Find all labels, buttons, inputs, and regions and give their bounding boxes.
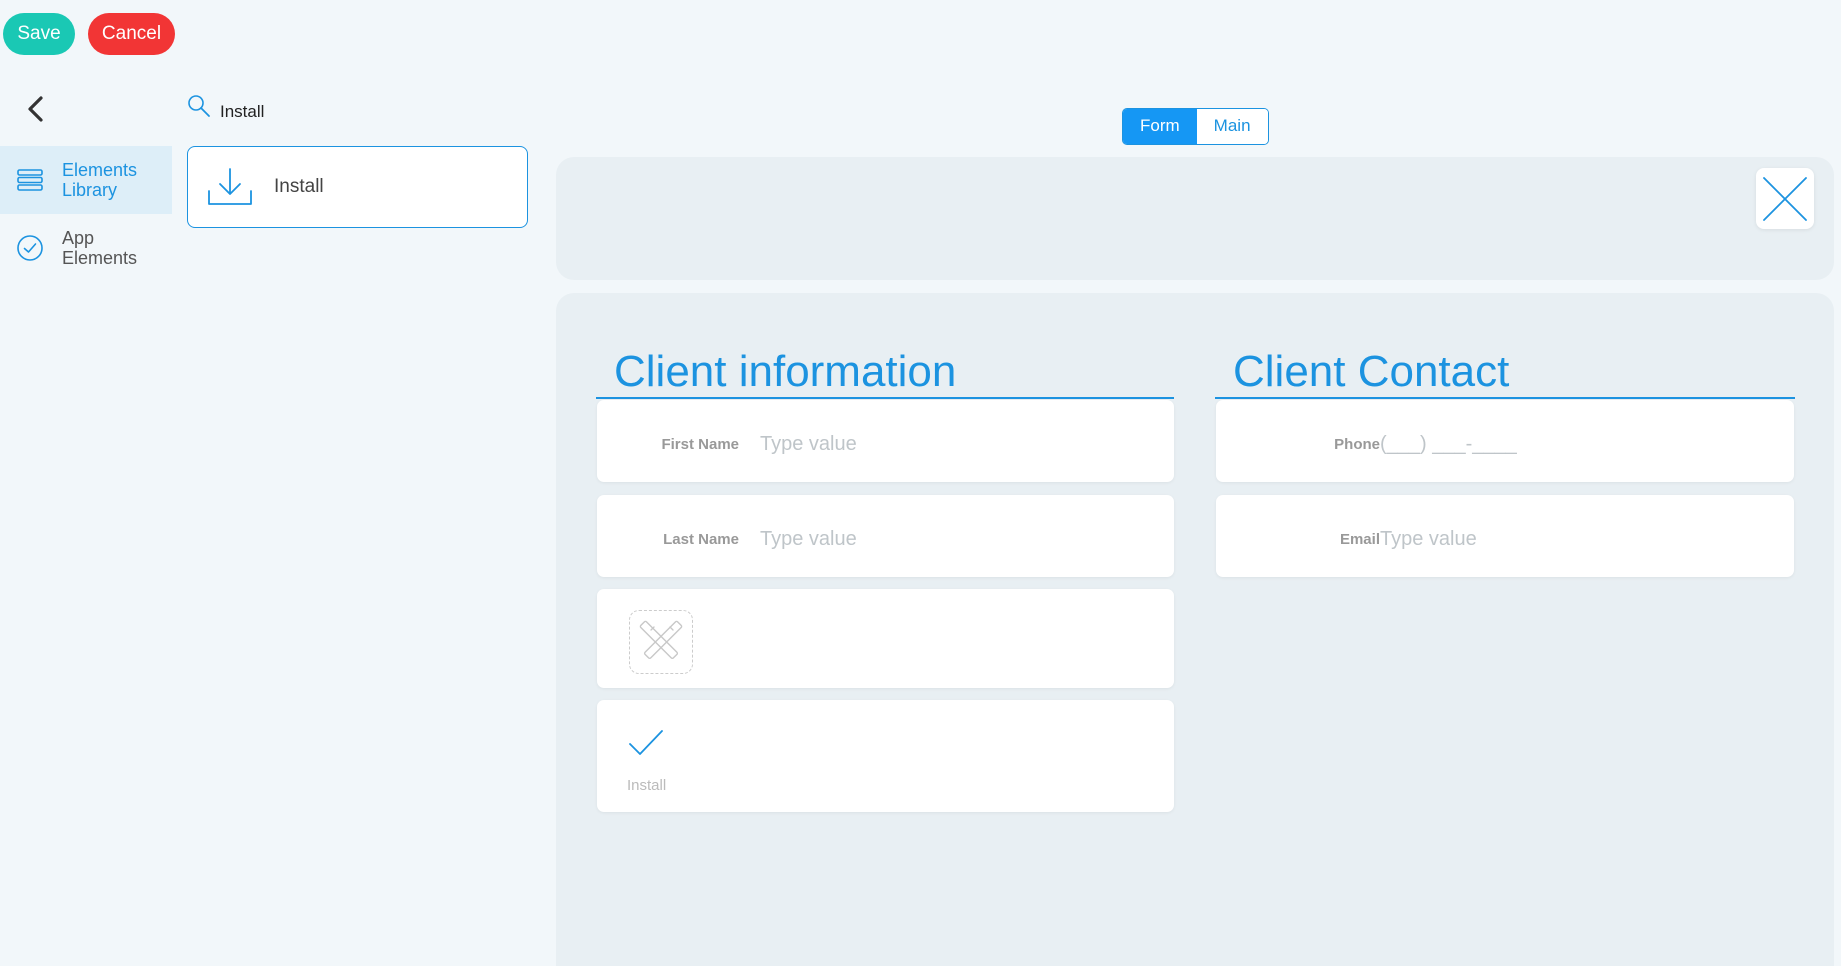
form-header-panel [556,157,1834,280]
view-tabs: Form Main [1122,108,1269,145]
check-circle-icon [17,235,43,261]
library-item-label: Install [274,176,324,197]
section-title-client-information: Client information [614,347,957,396]
image-field [597,589,1174,688]
field-label: Last Name [663,531,739,548]
image-placeholder[interactable] [629,610,693,674]
search-input[interactable] [220,102,420,122]
save-button[interactable]: Save [3,13,75,55]
page: Save Cancel Elements Library App Element… [0,0,1841,966]
close-button[interactable] [1756,168,1814,229]
checkbox-caption: Install [627,777,667,794]
library-item-install[interactable]: Install [187,146,528,228]
section-divider [596,397,1174,399]
section-divider [1215,397,1795,399]
sidebar-item-label: Elements Library [62,160,138,200]
field-label: Phone [1334,436,1380,453]
checkbox-field: Install [597,700,1174,812]
checkmark-icon[interactable] [627,728,665,758]
sidebar-item-app-elements[interactable]: App Elements [0,214,172,282]
sidebar-item-elements-library[interactable]: Elements Library [0,146,172,214]
field-email: Email [1216,495,1794,577]
search-icon [188,95,210,117]
back-button[interactable] [24,95,48,123]
field-label: First Name [661,436,739,453]
email-input[interactable] [1380,528,1760,551]
sidebar-item-label: App Elements [62,228,138,268]
last-name-input[interactable] [760,528,1140,551]
download-icon [208,168,252,205]
field-last-name: Last Name [597,495,1174,577]
tab-form[interactable]: Form [1123,109,1197,144]
field-phone: Phone [1216,400,1794,482]
design-tools-icon [639,620,683,660]
cancel-button[interactable]: Cancel [88,13,175,55]
field-label: Email [1339,531,1380,548]
stacked-layers-icon [17,169,43,191]
close-icon [1763,176,1807,221]
first-name-input[interactable] [760,433,1140,456]
tab-main[interactable]: Main [1196,109,1268,144]
chevron-left-icon [28,96,43,122]
field-first-name: First Name [597,400,1174,482]
phone-input[interactable] [1380,433,1760,456]
section-title-client-contact: Client Contact [1233,347,1510,396]
